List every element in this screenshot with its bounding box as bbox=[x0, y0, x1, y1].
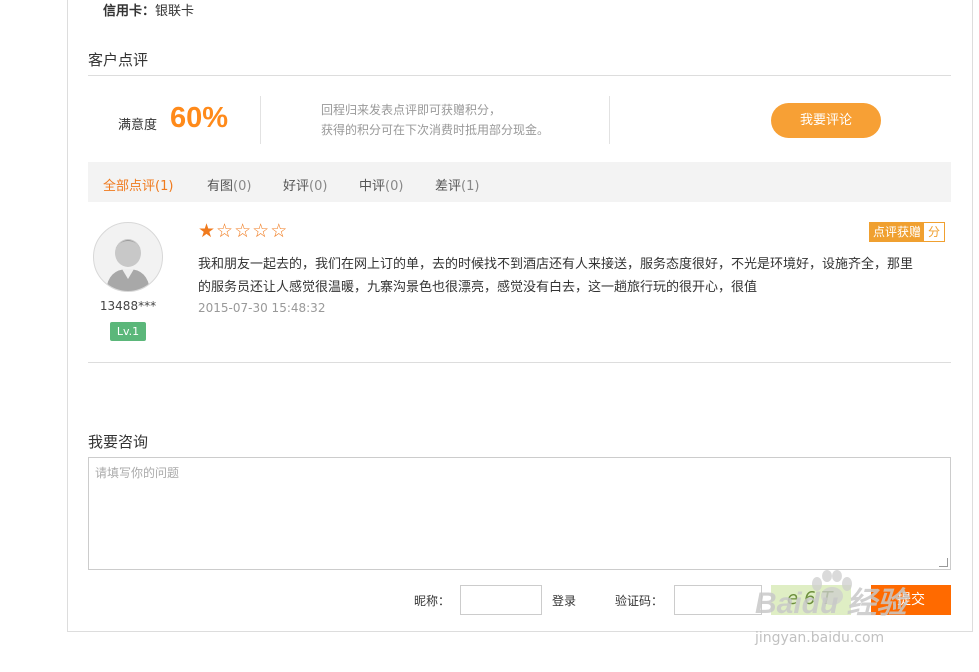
question-textarea-wrapper bbox=[88, 457, 951, 570]
summary-divider-right bbox=[609, 96, 610, 144]
tab-all-reviews[interactable]: 全部点评(1) bbox=[103, 175, 173, 194]
credit-card-value: 银联卡 bbox=[155, 4, 195, 19]
tab-label: 差评 bbox=[435, 179, 462, 194]
review-divider bbox=[88, 362, 951, 363]
star-filled-icon: ★ bbox=[198, 220, 217, 242]
review-rating: ★☆☆☆☆ bbox=[198, 220, 288, 242]
reviews-title: 客户点评 bbox=[88, 51, 149, 69]
review-points-badge: 点评获赠分 bbox=[869, 222, 946, 242]
baidu-watermark: Baidu 经验 jingyan.baidu.com bbox=[752, 570, 977, 664]
nickname-input[interactable] bbox=[461, 586, 541, 614]
nickname-field bbox=[460, 585, 542, 615]
avatar bbox=[93, 222, 163, 292]
tab-bad-reviews[interactable]: 差评(1) bbox=[435, 175, 479, 194]
question-textarea[interactable] bbox=[89, 458, 950, 569]
write-review-button[interactable]: 我要评论 bbox=[771, 103, 881, 138]
login-link[interactable]: 登录 bbox=[552, 592, 576, 609]
points-badge-unit: 分 bbox=[924, 223, 945, 241]
watermark-main-text: Baidu 经验 bbox=[755, 587, 907, 620]
user-avatar-icon bbox=[106, 239, 150, 291]
star-empty-icon: ☆ bbox=[216, 220, 235, 242]
tab-good-reviews[interactable]: 好评(0) bbox=[283, 175, 327, 194]
review-text: 我和朋友一起去的，我们在网上订的单，去的时候找不到酒店还有人来接送，服务态度很好… bbox=[198, 257, 914, 295]
review-date: 2015-07-30 15:48:32 bbox=[198, 301, 326, 315]
consult-title: 我要咨询 bbox=[88, 433, 149, 451]
tab-label: 好评 bbox=[283, 179, 310, 194]
tab-neutral-reviews[interactable]: 中评(0) bbox=[359, 175, 403, 194]
user-level-badge: Lv.1 bbox=[110, 322, 146, 341]
tab-label: 中评 bbox=[359, 179, 386, 194]
tab-with-photos[interactable]: 有图(0) bbox=[207, 175, 251, 194]
tab-count: (1) bbox=[155, 179, 174, 194]
summary-divider-left bbox=[260, 96, 261, 144]
captcha-field bbox=[674, 585, 762, 615]
reviews-title-divider bbox=[88, 75, 951, 76]
review-username[interactable]: 13488*** bbox=[88, 299, 168, 313]
points-note-line1: 回程归来发表点评即可获赠积分， bbox=[321, 103, 502, 117]
credit-card-info: 信用卡：银联卡 bbox=[103, 0, 194, 19]
watermark-url: jingyan.baidu.com bbox=[755, 630, 885, 646]
resize-handle-icon[interactable] bbox=[939, 558, 948, 567]
credit-card-label: 信用卡： bbox=[103, 4, 156, 19]
tab-count: (0) bbox=[233, 179, 252, 194]
star-empty-icon: ☆ bbox=[234, 220, 253, 242]
tab-count: (0) bbox=[385, 179, 404, 194]
nickname-label: 昵称： bbox=[414, 594, 451, 608]
satisfaction-label: 满意度 bbox=[118, 118, 158, 133]
captcha-input[interactable] bbox=[675, 586, 761, 614]
tab-count: (0) bbox=[309, 179, 328, 194]
tab-label: 全部点评 bbox=[103, 179, 156, 194]
captcha-label: 验证码： bbox=[615, 594, 664, 608]
star-empty-icon: ☆ bbox=[252, 220, 271, 242]
points-badge-label: 点评获赠 bbox=[870, 223, 925, 241]
tab-count: (1) bbox=[461, 179, 480, 194]
tab-label: 有图 bbox=[207, 179, 234, 194]
satisfaction-value: 60% bbox=[170, 102, 229, 134]
points-note-line2: 获得的积分可在下次消费时抵用部分现金。 bbox=[321, 123, 550, 137]
star-empty-icon: ☆ bbox=[270, 220, 289, 242]
